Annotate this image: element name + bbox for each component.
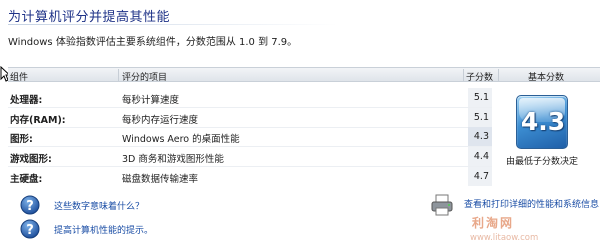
base-score-caption: 由最低子分数决定 xyxy=(505,157,578,167)
watermark-url: www.litaow.com xyxy=(470,233,539,243)
help-icon: ? xyxy=(20,219,40,239)
subscore-value: 4.7 xyxy=(468,167,492,186)
what-do-numbers-mean-link[interactable]: 这些数字意味着什么？ xyxy=(54,199,144,212)
rated-item-label: Windows Aero 的桌面性能 xyxy=(122,134,240,145)
column-header-rated-item[interactable]: 评分的项目 xyxy=(122,70,167,83)
printer-icon xyxy=(431,194,453,216)
table-row: 主硬盘: 磁盘数据传输速率 4.7 xyxy=(8,167,492,186)
component-label: 处理器: xyxy=(10,95,43,106)
help-icon: ? xyxy=(20,195,40,215)
rated-item-label: 3D 商务和游戏图形性能 xyxy=(122,154,224,165)
base-score-badge: 4.3 xyxy=(516,95,568,149)
table-row: 处理器: 每秒计算速度 5.1 xyxy=(8,88,492,107)
component-label: 主硬盘: xyxy=(10,174,43,185)
rated-item-label: 每秒计算速度 xyxy=(122,95,180,106)
component-label: 游戏图形: xyxy=(10,154,52,165)
title-divider xyxy=(8,24,338,25)
page-title: 为计算机评分并提高其性能 xyxy=(8,10,171,25)
component-label: 内存(RAM): xyxy=(10,115,66,126)
rated-item-label: 每秒内存运行速度 xyxy=(122,115,199,126)
column-separator xyxy=(118,69,119,81)
table-row: 内存(RAM): 每秒内存运行速度 5.1 xyxy=(8,108,492,127)
table-row: 图形: Windows Aero 的桌面性能 4.3 xyxy=(8,127,492,146)
component-label: 图形: xyxy=(10,134,33,145)
view-print-details-link[interactable]: 查看和打印详细的性能和系统信息 xyxy=(464,197,599,210)
rated-item-label: 磁盘数据传输速率 xyxy=(122,174,199,185)
column-separator xyxy=(463,69,464,81)
svg-text:?: ? xyxy=(26,199,34,214)
subscore-value: 4.4 xyxy=(468,147,492,166)
column-separator xyxy=(498,69,499,81)
performance-tips-link[interactable]: 提高计算机性能的提示。 xyxy=(54,223,153,236)
column-header-component[interactable]: 组件 xyxy=(10,70,28,83)
table-header: 组件 评分的项目 子分数 基本分数 xyxy=(8,67,600,83)
table-row: 游戏图形: 3D 商务和游戏图形性能 4.4 xyxy=(8,147,492,166)
base-score-value: 4.3 xyxy=(520,107,566,136)
watermark-name: 利淘网 xyxy=(472,216,515,230)
subscore-value: 5.1 xyxy=(468,88,492,107)
page-subtitle: Windows 体验指数评估主要系统组件，分数范围从 1.0 到 7.9。 xyxy=(8,37,298,48)
svg-text:?: ? xyxy=(26,223,34,238)
score-table: 组件 评分的项目 子分数 基本分数 处理器: 每秒计算速度 5.1 内存(RAM… xyxy=(8,67,600,186)
base-score-panel: 4.3 由最低子分数决定 xyxy=(504,82,600,186)
column-header-subscore[interactable]: 子分数 xyxy=(466,70,493,83)
subscore-value: 5.1 xyxy=(468,108,492,127)
subscore-value: 4.3 xyxy=(468,127,492,146)
